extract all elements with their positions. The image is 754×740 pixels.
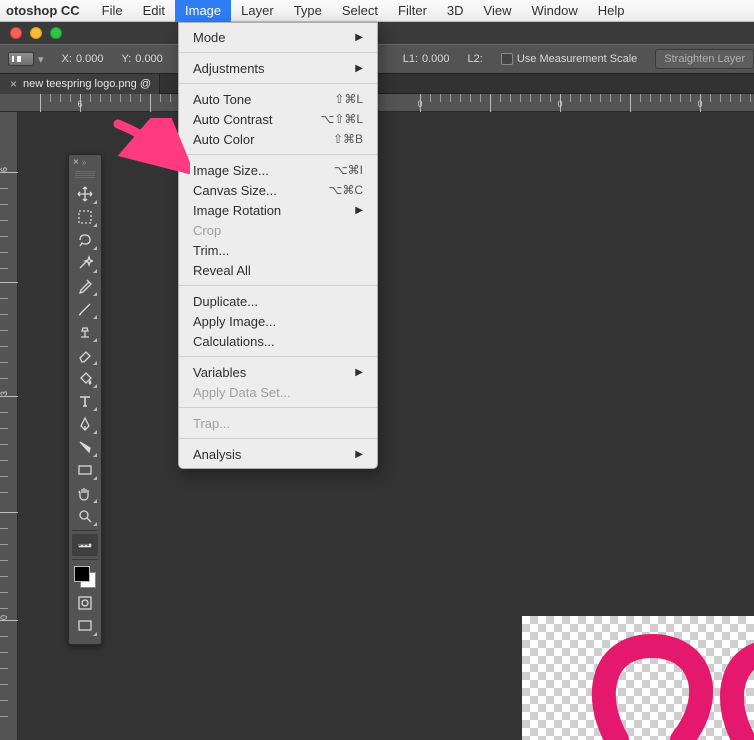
bucket-tool[interactable]	[72, 367, 98, 389]
minimize-window-button[interactable]	[30, 27, 42, 39]
ruler-tool-icon[interactable]	[8, 52, 34, 66]
menu-item-image-size[interactable]: Image Size...⌥⌘I	[179, 160, 377, 180]
l1-label: L1:	[403, 53, 418, 65]
palette-grip[interactable]	[75, 171, 95, 179]
pen-tool[interactable]	[72, 413, 98, 435]
menu-item-crop: Crop	[179, 220, 377, 240]
menu-item-reveal-all[interactable]: Reveal All	[179, 260, 377, 280]
x-value: 0.000	[76, 53, 104, 65]
palette-collapse-icon[interactable]: »	[82, 158, 86, 167]
checkbox-icon	[501, 53, 513, 65]
menubar-item-select[interactable]: Select	[332, 0, 388, 22]
menu-item-mode[interactable]: Mode▶	[179, 27, 377, 47]
lasso-tool[interactable]	[72, 229, 98, 251]
eraser-tool[interactable]	[72, 344, 98, 366]
menu-item-auto-tone[interactable]: Auto Tone⇧⌘L	[179, 89, 377, 109]
vertical-ruler[interactable]: 630	[0, 112, 18, 740]
ruler-tool[interactable]	[72, 534, 98, 556]
zoom-tool[interactable]	[72, 505, 98, 527]
foreground-color[interactable]	[74, 566, 90, 582]
document-tab-label: new teespring logo.png @	[23, 78, 151, 90]
brushheal-tool[interactable]	[72, 298, 98, 320]
menu-item-image-rotation[interactable]: Image Rotation▶	[179, 200, 377, 220]
rect-tool[interactable]	[72, 459, 98, 481]
menu-item-variables[interactable]: Variables▶	[179, 362, 377, 382]
use-measurement-toggle[interactable]: Use Measurement Scale	[501, 53, 637, 65]
menubar-item-window[interactable]: Window	[521, 0, 587, 22]
y-label: Y:	[121, 53, 131, 65]
app-name: otoshop CC	[0, 3, 92, 18]
logo-graphic	[522, 616, 754, 740]
menu-item-trim[interactable]: Trim...	[179, 240, 377, 260]
menu-item-auto-contrast[interactable]: Auto Contrast⌥⇧⌘L	[179, 109, 377, 129]
menu-item-trap: Trap...	[179, 413, 377, 433]
hand-tool[interactable]	[72, 482, 98, 504]
close-window-button[interactable]	[10, 27, 22, 39]
x-label: X:	[62, 53, 72, 65]
palette-close-icon[interactable]: ×	[73, 157, 79, 168]
system-menubar: otoshop CC FileEditImageLayerTypeSelectF…	[0, 0, 754, 22]
menu-item-apply-image[interactable]: Apply Image...	[179, 311, 377, 331]
menubar-item-help[interactable]: Help	[588, 0, 635, 22]
menu-item-adjustments[interactable]: Adjustments▶	[179, 58, 377, 78]
image-menu-dropdown: Mode▶ Adjustments▶ Auto Tone⇧⌘LAuto Contra…	[178, 22, 378, 469]
menubar-item-image[interactable]: Image	[175, 0, 231, 22]
menu-item-duplicate[interactable]: Duplicate...	[179, 291, 377, 311]
menubar-item-file[interactable]: File	[92, 0, 133, 22]
screen-mode-toggle[interactable]	[72, 615, 98, 637]
wand-tool[interactable]	[72, 252, 98, 274]
canvas-image-area[interactable]	[522, 616, 754, 740]
document-tab[interactable]: × new teespring logo.png @	[0, 74, 160, 94]
eyedrop-tool[interactable]	[72, 275, 98, 297]
menu-item-analysis[interactable]: Analysis▶	[179, 444, 377, 464]
menu-item-canvas-size[interactable]: Canvas Size...⌥⌘C	[179, 180, 377, 200]
menubar-item-view[interactable]: View	[474, 0, 522, 22]
menu-item-calculations[interactable]: Calculations...	[179, 331, 377, 351]
l1-value: 0.000	[422, 53, 450, 65]
l2-label: L2:	[468, 53, 483, 65]
menubar-item-layer[interactable]: Layer	[231, 0, 284, 22]
quick-mask-toggle[interactable]	[72, 592, 98, 614]
straighten-layer-button[interactable]: Straighten Layer	[655, 49, 754, 69]
path-tool[interactable]	[72, 436, 98, 458]
clone-tool[interactable]	[72, 321, 98, 343]
menu-item-auto-color[interactable]: Auto Color⇧⌘B	[179, 129, 377, 149]
color-swatch[interactable]	[72, 566, 98, 588]
menubar-item-3d[interactable]: 3D	[437, 0, 474, 22]
menubar-item-type[interactable]: Type	[284, 0, 332, 22]
zoom-window-button[interactable]	[50, 27, 62, 39]
tool-palette[interactable]: × »	[68, 154, 102, 645]
menubar-item-filter[interactable]: Filter	[388, 0, 437, 22]
marquee-tool[interactable]	[72, 206, 98, 228]
menu-item-apply-data-set: Apply Data Set...	[179, 382, 377, 402]
type-tool[interactable]	[72, 390, 98, 412]
y-value: 0.000	[135, 53, 163, 65]
menubar-item-edit[interactable]: Edit	[133, 0, 175, 22]
move-tool[interactable]	[72, 183, 98, 205]
palette-header[interactable]: × »	[69, 155, 101, 169]
close-tab-icon[interactable]: ×	[0, 77, 23, 91]
